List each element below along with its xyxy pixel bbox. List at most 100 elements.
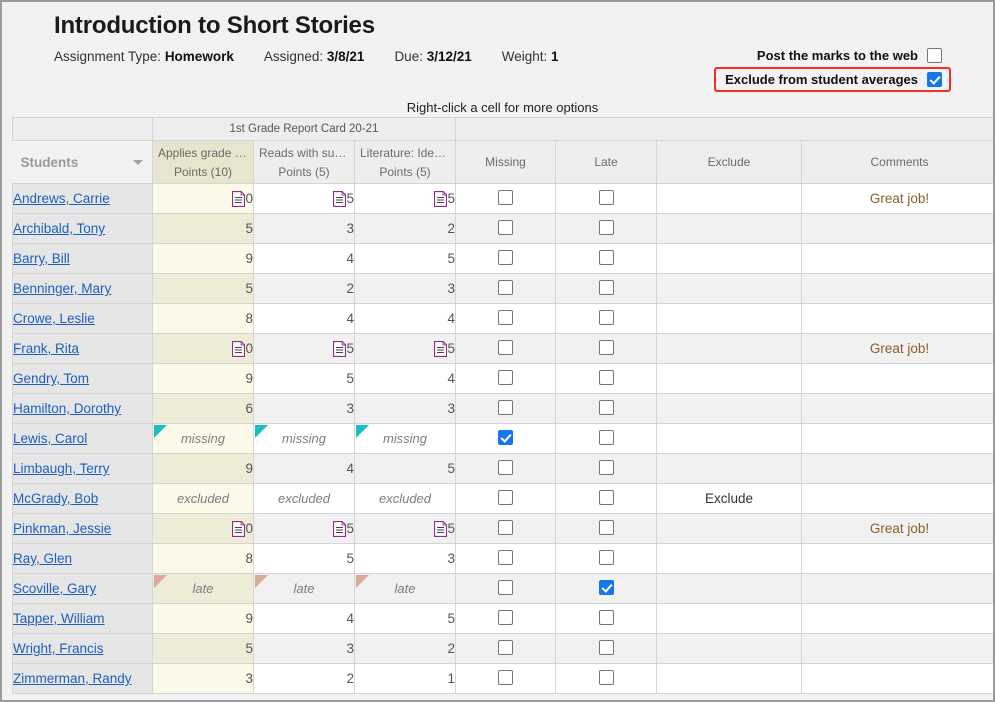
student-link[interactable]: Benninger, Mary bbox=[13, 281, 111, 296]
grade-cell-2[interactable]: 5 bbox=[253, 543, 355, 574]
late-cell[interactable] bbox=[555, 213, 657, 244]
late-cell[interactable] bbox=[555, 483, 657, 514]
exclude-cell[interactable] bbox=[656, 663, 802, 694]
grade-cell-1[interactable]: 8 bbox=[152, 303, 254, 334]
grade-cell-1[interactable]: late bbox=[152, 573, 254, 604]
exclude-cell[interactable] bbox=[656, 423, 802, 454]
note-icon[interactable] bbox=[232, 520, 245, 537]
grade-cell-2[interactable]: 4 bbox=[253, 603, 355, 634]
late-checkbox[interactable] bbox=[598, 369, 614, 385]
comment-cell[interactable]: Great job! bbox=[801, 513, 993, 544]
exclude-cell[interactable]: Exclude bbox=[656, 483, 802, 514]
grade-cell-3[interactable]: 5 bbox=[354, 183, 456, 214]
comment-cell[interactable] bbox=[801, 213, 993, 244]
student-link[interactable]: Tapper, William bbox=[13, 611, 105, 626]
late-checkbox[interactable] bbox=[598, 579, 614, 595]
late-checkbox[interactable] bbox=[598, 429, 614, 445]
student-link[interactable]: Wright, Francis bbox=[13, 641, 104, 656]
student-link[interactable]: Scoville, Gary bbox=[13, 581, 96, 596]
comment-cell[interactable] bbox=[801, 603, 993, 634]
chevron-down-icon[interactable] bbox=[133, 160, 143, 165]
missing-checkbox[interactable] bbox=[498, 519, 513, 535]
grade-cell-1[interactable]: 10 bbox=[152, 333, 254, 364]
late-checkbox[interactable] bbox=[598, 339, 614, 355]
grade-cell-3[interactable]: 5 bbox=[354, 603, 456, 634]
missing-cell[interactable] bbox=[455, 423, 556, 454]
grade-cell-1[interactable]: 5 bbox=[152, 273, 254, 304]
grade-cell-3[interactable]: 5 bbox=[354, 333, 456, 364]
grade-cell-1[interactable]: 5 bbox=[152, 213, 254, 244]
missing-checkbox[interactable] bbox=[498, 459, 513, 475]
late-cell[interactable] bbox=[555, 513, 657, 544]
grade-cell-2[interactable]: 5 bbox=[253, 333, 355, 364]
missing-checkbox[interactable] bbox=[498, 339, 513, 355]
grade-cell-1[interactable]: 8 bbox=[152, 543, 254, 574]
comment-cell[interactable] bbox=[801, 663, 993, 694]
late-checkbox[interactable] bbox=[598, 639, 614, 655]
missing-cell[interactable] bbox=[455, 573, 556, 604]
missing-checkbox[interactable] bbox=[498, 279, 513, 295]
grade-cell-3[interactable]: 2 bbox=[354, 213, 456, 244]
late-cell[interactable] bbox=[555, 453, 657, 484]
grade-cell-2[interactable]: 3 bbox=[253, 213, 355, 244]
late-column-header[interactable]: Late bbox=[555, 140, 657, 184]
exclude-cell[interactable] bbox=[656, 603, 802, 634]
exclude-cell[interactable] bbox=[656, 183, 802, 214]
missing-cell[interactable] bbox=[455, 633, 556, 664]
student-link[interactable]: Hamilton, Dorothy bbox=[13, 401, 121, 416]
student-link[interactable]: Crowe, Leslie bbox=[13, 311, 95, 326]
late-cell[interactable] bbox=[555, 603, 657, 634]
late-checkbox[interactable] bbox=[598, 219, 614, 235]
exclude-cell[interactable] bbox=[656, 273, 802, 304]
grade-cell-2[interactable]: 5 bbox=[253, 363, 355, 394]
late-checkbox[interactable] bbox=[598, 519, 614, 535]
late-cell[interactable] bbox=[555, 183, 657, 214]
missing-cell[interactable] bbox=[455, 543, 556, 574]
grade-cell-2[interactable]: 4 bbox=[253, 243, 355, 274]
grade-cell-2[interactable]: 2 bbox=[253, 273, 355, 304]
grade-cell-2[interactable]: 4 bbox=[253, 453, 355, 484]
student-link[interactable]: Frank, Rita bbox=[13, 341, 79, 356]
grade-cell-3[interactable]: 4 bbox=[354, 363, 456, 394]
missing-cell[interactable] bbox=[455, 603, 556, 634]
students-column-header[interactable]: Students bbox=[12, 140, 153, 184]
missing-cell[interactable] bbox=[455, 663, 556, 694]
comment-cell[interactable] bbox=[801, 393, 993, 424]
missing-cell[interactable] bbox=[455, 243, 556, 274]
grade-cell-2[interactable]: late bbox=[253, 573, 355, 604]
comment-cell[interactable] bbox=[801, 483, 993, 514]
grade-cell-3[interactable]: 1 bbox=[354, 663, 456, 694]
post-marks-option[interactable]: Post the marks to the web bbox=[714, 48, 951, 63]
missing-checkbox[interactable] bbox=[498, 639, 513, 655]
note-icon[interactable] bbox=[333, 340, 346, 357]
exclude-cell[interactable] bbox=[656, 243, 802, 274]
grade-cell-3[interactable]: 5 bbox=[354, 453, 456, 484]
missing-checkbox[interactable] bbox=[498, 369, 513, 385]
note-icon[interactable] bbox=[333, 190, 346, 207]
grade-cell-1[interactable]: 9 bbox=[152, 363, 254, 394]
comment-cell[interactable] bbox=[801, 453, 993, 484]
exclude-cell[interactable] bbox=[656, 633, 802, 664]
late-checkbox[interactable] bbox=[598, 549, 614, 565]
late-cell[interactable] bbox=[555, 273, 657, 304]
comment-cell[interactable] bbox=[801, 273, 993, 304]
missing-checkbox[interactable] bbox=[498, 669, 513, 685]
missing-cell[interactable] bbox=[455, 333, 556, 364]
student-link[interactable]: McGrady, Bob bbox=[13, 491, 98, 506]
comment-cell[interactable] bbox=[801, 363, 993, 394]
comment-cell[interactable]: Great job! bbox=[801, 333, 993, 364]
comment-cell[interactable] bbox=[801, 303, 993, 334]
missing-checkbox[interactable] bbox=[498, 609, 513, 625]
missing-cell[interactable] bbox=[455, 513, 556, 544]
late-checkbox[interactable] bbox=[598, 669, 614, 685]
grade-cell-3[interactable]: 3 bbox=[354, 393, 456, 424]
late-checkbox[interactable] bbox=[598, 399, 614, 415]
late-checkbox[interactable] bbox=[598, 249, 614, 265]
student-link[interactable]: Ray, Glen bbox=[13, 551, 72, 566]
missing-checkbox[interactable] bbox=[498, 249, 513, 265]
grade-cell-1[interactable]: 3 bbox=[152, 663, 254, 694]
missing-cell[interactable] bbox=[455, 453, 556, 484]
grade-column-header-2[interactable]: Reads with suffic… Points (5) bbox=[253, 140, 355, 184]
grade-cell-2[interactable]: excluded bbox=[253, 483, 355, 514]
note-icon[interactable] bbox=[232, 190, 245, 207]
